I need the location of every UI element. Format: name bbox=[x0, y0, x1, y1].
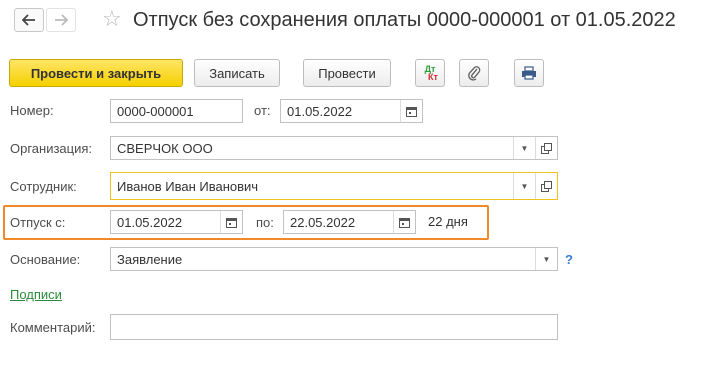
date-label: от: bbox=[254, 103, 271, 118]
chevron-down-icon[interactable]: ▼ bbox=[513, 137, 535, 159]
calendar-icon[interactable] bbox=[220, 211, 242, 233]
print-button[interactable] bbox=[514, 59, 544, 87]
window-title: Отпуск без сохранения оплаты 0000-000001… bbox=[133, 9, 676, 31]
basis-value: Заявление bbox=[117, 251, 183, 267]
open-icon[interactable] bbox=[535, 173, 557, 199]
post-button[interactable]: Провести bbox=[303, 59, 391, 87]
vacation-to-field[interactable]: 22.05.2022 bbox=[283, 210, 416, 234]
arrow-right-icon bbox=[55, 14, 68, 26]
chevron-down-icon[interactable]: ▼ bbox=[535, 248, 557, 270]
basis-label: Основание: bbox=[10, 252, 81, 267]
favorite-star-icon[interactable]: ☆ bbox=[102, 5, 122, 33]
arrow-left-icon bbox=[22, 14, 35, 26]
number-field[interactable]: 0000-000001 bbox=[110, 99, 243, 123]
employee-field[interactable]: Иванов Иван Иванович ▼ bbox=[110, 172, 558, 200]
signatures-link[interactable]: Подписи bbox=[10, 287, 62, 302]
kt-label: Кт bbox=[428, 72, 438, 82]
write-button[interactable]: Записать bbox=[194, 59, 280, 87]
comment-input[interactable] bbox=[110, 314, 558, 340]
vacation-from-field[interactable]: 01.05.2022 bbox=[110, 210, 243, 234]
paperclip-icon bbox=[468, 66, 481, 81]
open-icon[interactable] bbox=[535, 137, 557, 159]
vacation-period-highlight bbox=[3, 205, 489, 240]
chevron-down-icon[interactable]: ▼ bbox=[513, 173, 535, 199]
days-count: 22 дня bbox=[428, 214, 468, 229]
vacation-from-value: 01.05.2022 bbox=[117, 214, 183, 230]
organization-field[interactable]: СВЕРЧОК ООО ▼ bbox=[110, 136, 558, 160]
comment-label: Комментарий: bbox=[10, 320, 96, 335]
vacation-from-label: Отпуск с: bbox=[10, 215, 66, 230]
vacation-to-value: 22.05.2022 bbox=[290, 214, 356, 230]
back-button[interactable] bbox=[14, 8, 44, 32]
date-value: 01.05.2022 bbox=[287, 103, 353, 119]
help-icon[interactable]: ? bbox=[565, 252, 573, 267]
calendar-icon[interactable] bbox=[400, 100, 422, 122]
vacation-to-label: по: bbox=[256, 215, 274, 230]
calendar-icon[interactable] bbox=[393, 211, 415, 233]
basis-field[interactable]: Заявление ▼ bbox=[110, 247, 558, 271]
number-label: Номер: bbox=[10, 103, 54, 118]
employee-label: Сотрудник: bbox=[10, 179, 77, 194]
organization-label: Организация: bbox=[10, 141, 93, 156]
date-field[interactable]: 01.05.2022 bbox=[280, 99, 423, 123]
post-and-close-button[interactable]: Провести и закрыть bbox=[9, 59, 183, 87]
attach-button[interactable] bbox=[459, 59, 489, 87]
forward-button[interactable] bbox=[46, 8, 76, 32]
employee-value: Иванов Иван Иванович bbox=[117, 178, 259, 194]
printer-icon bbox=[522, 66, 536, 80]
number-value: 0000-000001 bbox=[117, 103, 194, 119]
dt-kt-button[interactable]: Дт Кт bbox=[415, 59, 445, 87]
dt-kt-icon: Дт Кт bbox=[422, 65, 438, 82]
organization-value: СВЕРЧОК ООО bbox=[117, 140, 213, 156]
